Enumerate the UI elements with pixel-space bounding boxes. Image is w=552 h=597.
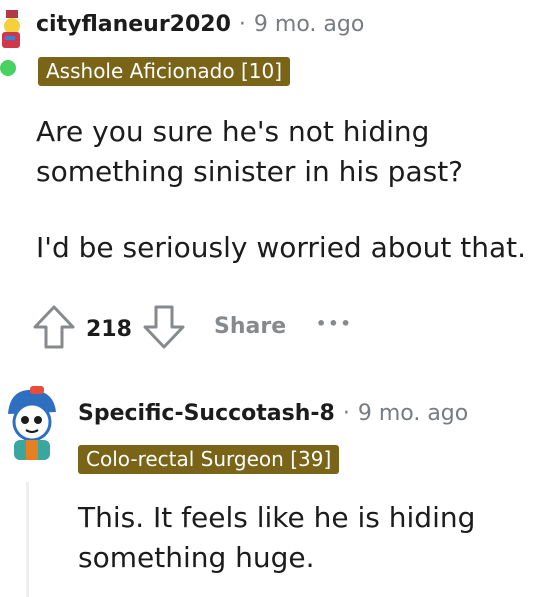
online-status-indicator <box>0 60 16 76</box>
comment-actions: 218 <box>32 304 186 354</box>
vote-count: 218 <box>86 316 132 342</box>
comment-paragraph: I'd be seriously worried about that. <box>36 231 527 264</box>
comment-body: Are you sure he's not hiding something s… <box>36 112 546 268</box>
separator: · <box>238 12 246 37</box>
comment-header: Specific-Succotash-8 · 9 mo. ago <box>78 401 468 426</box>
comment-paragraph: This. It feels like he is hiding somethi… <box>78 501 476 574</box>
user-flair: Colo-rectal Surgeon [39] <box>78 445 340 474</box>
downvote-icon[interactable] <box>142 304 186 354</box>
more-options-icon: ••• <box>316 314 353 333</box>
avatar[interactable] <box>0 384 64 464</box>
username[interactable]: Specific-Succotash-8 <box>78 401 335 426</box>
comment-body: This. It feels like he is hiding somethi… <box>78 498 548 578</box>
upvote-icon[interactable] <box>32 304 76 354</box>
timestamp[interactable]: 9 mo. ago <box>358 401 468 426</box>
timestamp[interactable]: 9 mo. ago <box>254 12 364 37</box>
user-flair-container: Colo-rectal Surgeon [39] <box>78 445 340 474</box>
username[interactable]: cityflaneur2020 <box>36 12 231 37</box>
share-label: Share <box>214 314 287 339</box>
comment-paragraph: Are you sure he's not hiding something s… <box>36 115 464 188</box>
comment-header: cityflaneur2020 · 9 mo. ago <box>36 12 364 37</box>
avatar[interactable] <box>0 8 22 54</box>
user-flair-container: Asshole Aficionado [10] <box>38 57 290 86</box>
separator: · <box>342 401 350 426</box>
more-options-button[interactable]: ••• <box>316 314 353 333</box>
share-button[interactable]: Share <box>214 314 286 339</box>
user-flair: Asshole Aficionado [10] <box>38 57 290 86</box>
thread-line[interactable] <box>26 482 29 597</box>
